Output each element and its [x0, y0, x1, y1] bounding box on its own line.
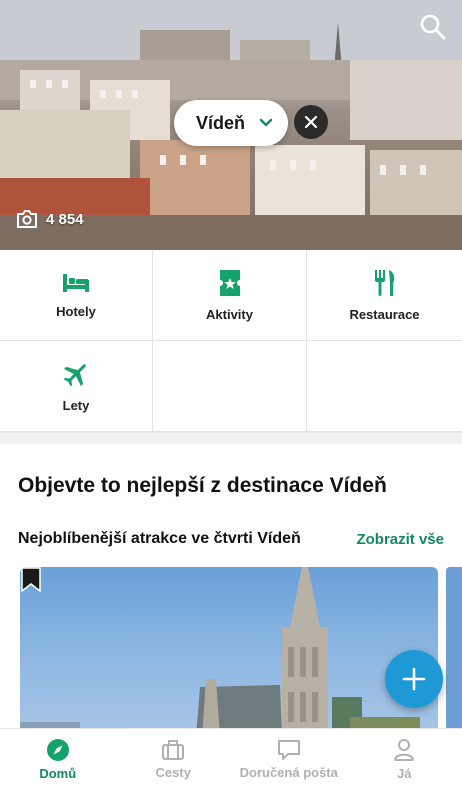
destination-label: Vídeň: [196, 112, 246, 133]
bottom-navigation: Domů Cesty Doručená pošta Já: [0, 728, 462, 790]
plane-icon: [63, 363, 86, 386]
category-label: Hotely: [56, 303, 96, 319]
nav-label: Domů: [39, 766, 77, 781]
close-icon: [304, 115, 318, 129]
category-activities[interactable]: Aktivity: [153, 250, 307, 341]
destination-selector[interactable]: Vídeň: [174, 100, 288, 146]
destination-hero: Vídeň 4 854: [0, 0, 462, 250]
see-all-link[interactable]: Zobrazit vše: [356, 531, 444, 548]
attraction-card[interactable]: [20, 567, 438, 737]
bed-icon: [63, 273, 89, 292]
category-grid: Hotely Aktivity Restaurace Lety: [0, 250, 462, 432]
ticket-icon: [219, 269, 240, 296]
empty-cell: [307, 341, 462, 432]
add-button[interactable]: [385, 650, 443, 708]
chevron-down-icon: [259, 118, 273, 127]
section-divider: [0, 432, 462, 444]
next-attraction-card[interactable]: [446, 567, 462, 737]
photo-count-value: 4 854: [46, 210, 84, 228]
attraction-photo: [20, 567, 420, 737]
nav-inbox[interactable]: Doručená pošta: [231, 729, 347, 790]
nav-trips[interactable]: Cesty: [116, 729, 232, 790]
person-icon: [394, 739, 415, 761]
camera-icon: [17, 210, 37, 228]
nav-label: Cesty: [155, 765, 191, 780]
search-icon: [420, 14, 446, 40]
category-flights[interactable]: Lety: [0, 341, 153, 432]
nav-profile[interactable]: Já: [347, 729, 462, 790]
section-title: Objevte to nejlepší z destinace Vídeň: [18, 474, 387, 497]
category-label: Lety: [62, 397, 90, 413]
photo-count[interactable]: 4 854: [16, 210, 84, 228]
clear-destination-button[interactable]: [294, 105, 328, 139]
plus-icon: [402, 667, 426, 691]
nav-label: Já: [397, 766, 412, 781]
subsection-title: Nejoblíbenější atrakce ve čtvrti Vídeň: [18, 530, 301, 547]
nav-label: Doručená pošta: [239, 765, 338, 780]
empty-cell: [153, 341, 307, 432]
nav-home[interactable]: Domů: [0, 729, 116, 790]
category-restaurants[interactable]: Restaurace: [307, 250, 462, 341]
attractions-header: Nejoblíbenější atrakce ve čtvrti Vídeň Z…: [18, 530, 444, 548]
bookmark-icon[interactable]: [20, 567, 42, 593]
category-hotels[interactable]: Hotely: [0, 250, 153, 341]
category-label: Aktivity: [206, 306, 253, 322]
compass-icon: [46, 739, 69, 761]
fork-knife-icon: [374, 269, 394, 296]
search-button[interactable]: [418, 12, 448, 42]
category-label: Restaurace: [349, 306, 420, 322]
chat-icon: [277, 740, 300, 760]
suitcase-icon: [162, 740, 185, 760]
